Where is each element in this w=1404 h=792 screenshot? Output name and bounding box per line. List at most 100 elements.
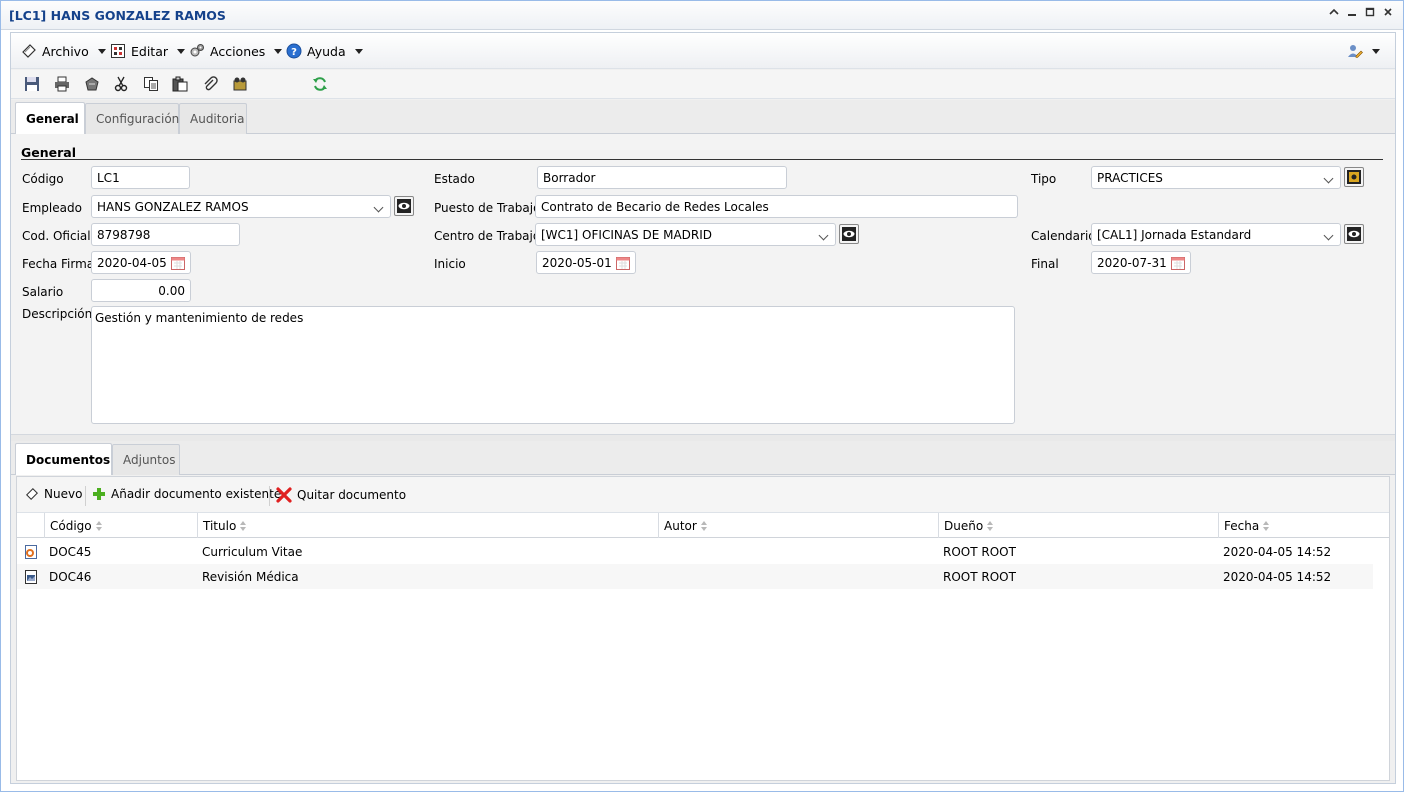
final-field[interactable]: 2020-07-31: [1091, 251, 1191, 274]
office-document-icon: [23, 539, 39, 564]
svg-text:?: ?: [291, 47, 297, 58]
cell-titulo: Revisión Médica: [202, 569, 299, 584]
chevron-down-icon: [1323, 230, 1334, 241]
codigo-label: Código: [22, 172, 64, 186]
close-icon[interactable]: [1381, 7, 1395, 21]
empleado-select[interactable]: HANS GONZALEZ RAMOS: [91, 195, 391, 218]
inicio-field[interactable]: 2020-05-01: [536, 251, 636, 274]
menu-ayuda[interactable]: ? Ayuda: [286, 42, 363, 60]
column-header-dueno[interactable]: Dueño: [938, 513, 1218, 538]
new-document-label: Nuevo: [44, 487, 83, 501]
panel-splitter[interactable]: [11, 434, 1395, 441]
print-icon[interactable]: [53, 75, 71, 93]
final-value: 2020-07-31: [1097, 255, 1167, 270]
menu-editar-label: Editar: [131, 43, 169, 59]
tipo-label: Tipo: [1031, 172, 1057, 186]
tab-documentos[interactable]: Documentos: [15, 443, 112, 475]
calendar-icon[interactable]: [615, 255, 631, 271]
tab-general[interactable]: General: [15, 102, 85, 134]
estado-field[interactable]: Borrador: [537, 166, 787, 189]
copy-icon[interactable]: [142, 75, 160, 93]
documents-panel: Nuevo Añadir documento existente Quitar …: [16, 476, 1390, 781]
cell-fecha: 2020-04-05 14:52: [1223, 569, 1332, 584]
view-tipo-button[interactable]: [1344, 167, 1364, 187]
tab-auditoria[interactable]: Auditoria: [179, 103, 247, 134]
view-empleado-button[interactable]: [394, 196, 414, 216]
view-centro-button[interactable]: [839, 224, 859, 244]
new-icon: [26, 488, 38, 500]
minimize-icon[interactable]: [1345, 7, 1359, 21]
tab-configuracion[interactable]: Configuración: [85, 103, 179, 134]
remove-document-button[interactable]: Quitar documento: [276, 487, 406, 503]
refresh-icon[interactable]: [311, 75, 329, 93]
contract-window: [LC1] HANS GONZALEZ RAMOS Archivo Editar…: [0, 0, 1404, 792]
calendar-icon[interactable]: [170, 255, 186, 271]
attach-icon[interactable]: [201, 75, 219, 93]
calendario-select[interactable]: [CAL1] Jornada Estandard: [1091, 223, 1341, 246]
add-existing-document-label: Añadir documento existente: [111, 487, 282, 501]
salario-label: Salario: [22, 285, 64, 299]
centro-label: Centro de Trabajo: [434, 229, 541, 243]
centro-select[interactable]: [WC1] OFICINAS DE MADRID: [535, 223, 836, 246]
new-document-button[interactable]: Nuevo: [25, 487, 82, 501]
table-row[interactable]: DOC46 Revisión Médica ROOT ROOT 2020-04-…: [17, 564, 1373, 589]
window-title: [LC1] HANS GONZALEZ RAMOS: [9, 8, 226, 23]
tipo-select[interactable]: PRACTICES: [1091, 166, 1341, 189]
cell-titulo: Curriculum Vitae: [202, 544, 303, 559]
remove-icon: [276, 487, 292, 503]
paste-icon[interactable]: [171, 75, 189, 93]
menu-acciones[interactable]: Acciones: [189, 42, 283, 60]
codigo-field[interactable]: LC1: [91, 166, 190, 189]
add-icon: [93, 488, 105, 500]
collapse-icon[interactable]: [1327, 7, 1341, 21]
cell-dueno: ROOT ROOT: [943, 569, 1016, 584]
cut-icon[interactable]: [112, 75, 130, 93]
descripcion-textarea[interactable]: Gestión y mantenimiento de redes: [91, 306, 1015, 424]
final-label: Final: [1031, 257, 1059, 271]
cell-codigo: DOC46: [49, 569, 92, 584]
sort-icon: [95, 520, 102, 531]
cod-oficial-field[interactable]: 8798798: [91, 223, 240, 246]
toolbar-separator: [269, 486, 270, 506]
user-menu[interactable]: [1347, 42, 1380, 60]
gears-icon: [189, 43, 205, 59]
column-header-label: Código: [50, 518, 92, 533]
column-header-titulo[interactable]: Titulo: [197, 513, 658, 538]
menu-archivo-label: Archivo: [42, 43, 89, 59]
menu-editar[interactable]: Editar: [110, 42, 186, 60]
empleado-label: Empleado: [22, 201, 82, 215]
delete-icon[interactable]: [83, 75, 101, 93]
plugin-icon[interactable]: [231, 75, 249, 93]
edit-icon: [110, 43, 126, 59]
salario-field[interactable]: 0.00: [91, 279, 191, 302]
puesto-field[interactable]: Contrato de Becario de Redes Locales: [535, 195, 1018, 218]
cell-dueno: ROOT ROOT: [943, 544, 1016, 559]
section-title: General: [21, 145, 76, 160]
window-body: Archivo Editar Acciones ? Ayuda General …: [10, 32, 1396, 784]
view-calendario-button[interactable]: [1344, 224, 1364, 244]
column-header-autor[interactable]: Autor: [658, 513, 938, 538]
table-row[interactable]: DOC45 Curriculum Vitae ROOT ROOT 2020-04…: [17, 539, 1373, 564]
file-icon: [21, 43, 37, 59]
add-existing-document-button[interactable]: Añadir documento existente: [92, 487, 281, 501]
column-header-codigo[interactable]: Código: [44, 513, 197, 538]
fecha-firma-field[interactable]: 2020-04-05: [91, 251, 191, 274]
save-icon[interactable]: [23, 75, 41, 93]
image-document-icon: [23, 564, 39, 589]
estado-label: Estado: [434, 172, 475, 186]
sort-icon: [1263, 520, 1270, 531]
tipo-value: PRACTICES: [1097, 170, 1163, 185]
empleado-value: HANS GONZALEZ RAMOS: [97, 199, 249, 214]
maximize-icon[interactable]: [1363, 7, 1377, 21]
fecha-firma-value: 2020-04-05: [97, 255, 167, 270]
window-titlebar: [LC1] HANS GONZALEZ RAMOS: [1, 1, 1403, 30]
main-tabs: General Configuración Auditoria: [11, 100, 1395, 134]
tab-adjuntos[interactable]: Adjuntos: [112, 444, 180, 475]
calendar-icon[interactable]: [1170, 255, 1186, 271]
documents-toolbar: Nuevo Añadir documento existente Quitar …: [17, 477, 1389, 513]
user-edit-icon: [1347, 43, 1363, 59]
menu-archivo[interactable]: Archivo: [21, 42, 106, 60]
toolbar-separator: [85, 486, 86, 506]
sort-icon: [700, 520, 707, 531]
column-header-fecha[interactable]: Fecha: [1218, 513, 1368, 538]
